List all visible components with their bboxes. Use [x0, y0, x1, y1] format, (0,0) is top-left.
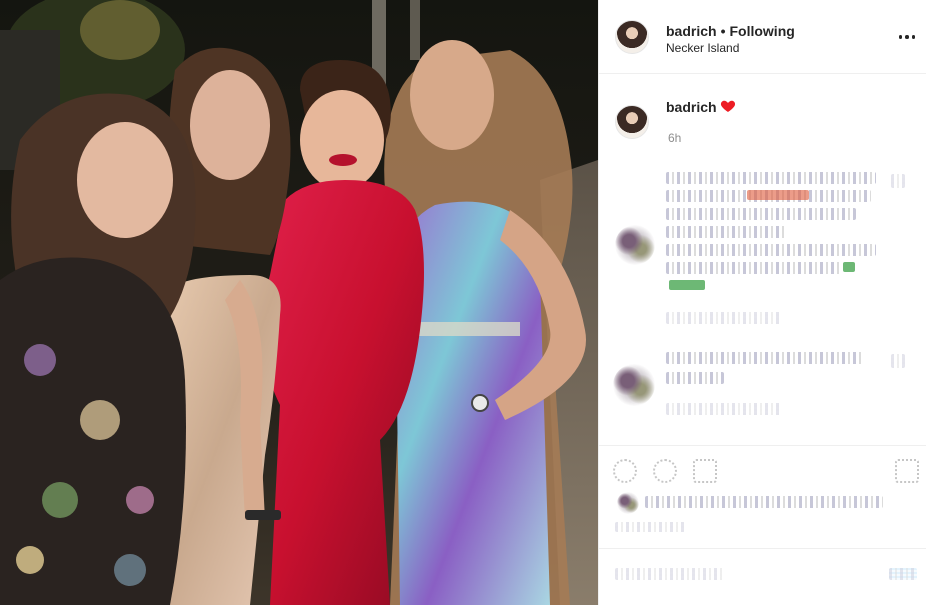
redacted-comment-meta	[666, 312, 781, 324]
redacted-emoji	[843, 262, 855, 272]
redacted-likes-text	[645, 496, 883, 508]
redacted-add-comment[interactable]	[615, 568, 725, 580]
more-dot	[911, 35, 916, 39]
redacted-like-icon	[891, 354, 905, 368]
actions-divider	[599, 445, 926, 446]
redacted-comment-meta	[666, 403, 781, 415]
header-user-line: badrich • Following	[666, 23, 795, 39]
more-dot	[898, 35, 903, 39]
post-side-panel: badrich • Following Necker Island badrich …	[598, 0, 926, 605]
redacted-like-icon	[891, 174, 905, 188]
redacted-comment-line	[666, 208, 856, 220]
comment-icon[interactable]	[653, 459, 677, 483]
username-link[interactable]: badrich	[666, 23, 717, 39]
redacted-comment-line	[666, 172, 876, 184]
following-button[interactable]: Following	[729, 23, 794, 39]
redacted-emoji	[747, 190, 809, 200]
location-link[interactable]: Necker Island	[666, 41, 739, 55]
red-heart-icon	[720, 100, 736, 112]
photo-illustration	[0, 0, 598, 605]
share-icon[interactable]	[693, 459, 717, 483]
redacted-post-button[interactable]	[889, 568, 917, 580]
avatar[interactable]	[615, 20, 649, 54]
more-options-icon[interactable]	[895, 27, 919, 47]
redacted-comment-line	[666, 372, 724, 384]
post-photo[interactable]	[0, 0, 598, 605]
more-dot	[905, 35, 909, 39]
post-header: badrich • Following Necker Island	[599, 0, 926, 74]
liker-avatar	[617, 492, 639, 514]
redacted-comment-line	[666, 244, 876, 256]
redacted-comment-line	[666, 226, 786, 238]
separator-dot: •	[720, 23, 726, 39]
comment-divider	[599, 548, 926, 549]
redacted-comment-line	[666, 352, 864, 364]
bookmark-icon[interactable]	[895, 459, 919, 483]
caption-username[interactable]: badrich	[666, 99, 717, 115]
redacted-comment-line	[666, 262, 841, 274]
caption-avatar[interactable]	[615, 105, 649, 139]
heart-outline-icon[interactable]	[613, 459, 637, 483]
caption-timestamp: 6h	[668, 131, 682, 145]
redacted-emoji	[669, 280, 705, 290]
redacted-timestamp	[615, 522, 685, 532]
post-actions	[609, 455, 919, 485]
comment-avatar	[615, 225, 655, 265]
comment-avatar	[613, 364, 655, 406]
